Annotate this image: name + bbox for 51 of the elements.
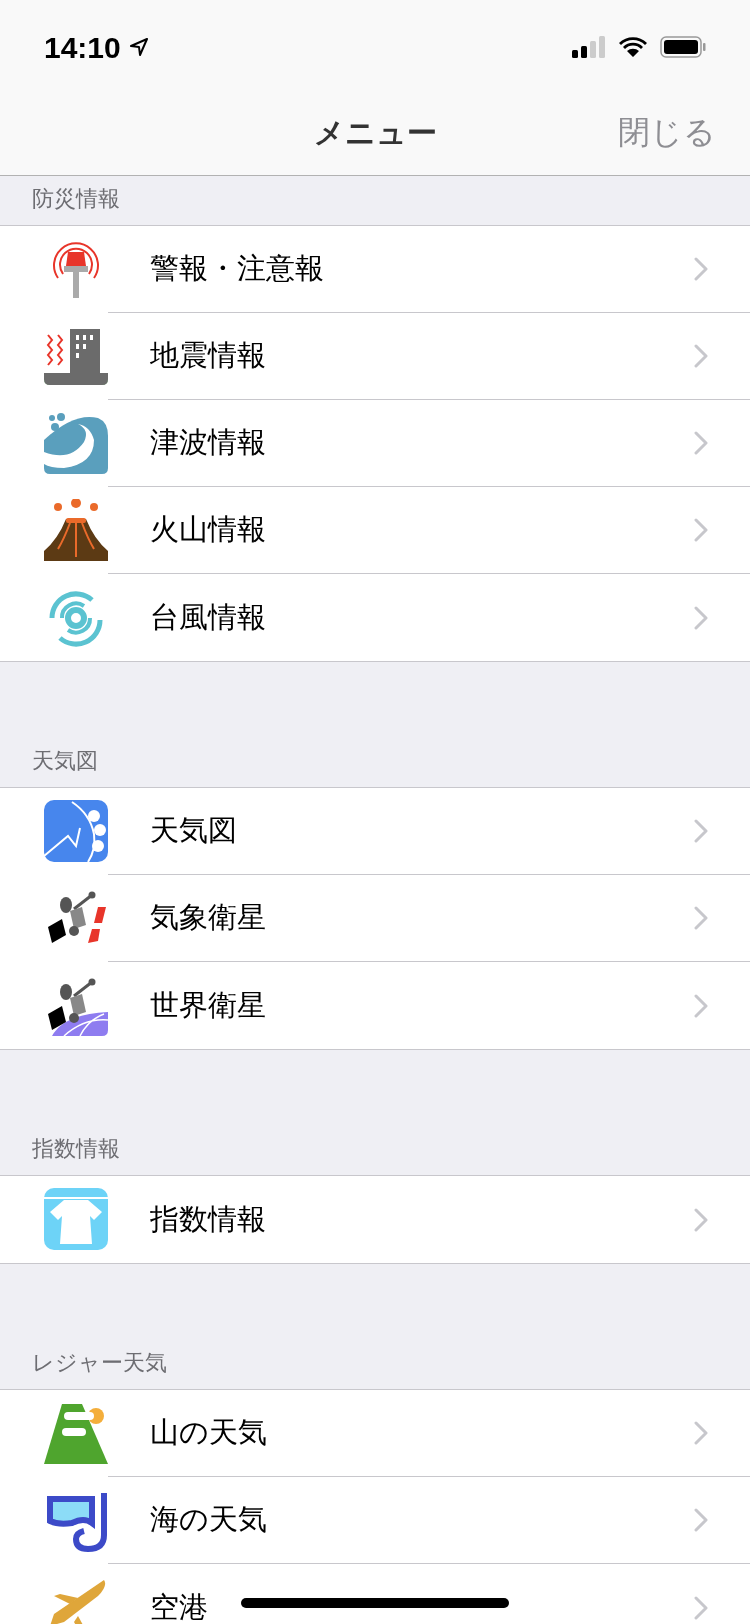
section-header: 天気図 bbox=[32, 747, 98, 775]
wave-icon bbox=[44, 411, 108, 476]
menu-item-label: 指数情報 bbox=[150, 1201, 266, 1237]
wifi-icon bbox=[618, 36, 648, 58]
menu-item[interactable]: 指数情報 bbox=[0, 1176, 750, 1263]
menu-item[interactable]: 空港 bbox=[0, 1564, 750, 1624]
chevron-icon bbox=[694, 906, 708, 930]
menu-item[interactable]: 天気図 bbox=[0, 788, 750, 875]
menu-item-label: 台風情報 bbox=[150, 599, 266, 635]
menu-item-label: 海の天気 bbox=[150, 1502, 267, 1538]
nav-title: メニュー bbox=[313, 115, 437, 151]
chevron-icon bbox=[694, 1421, 708, 1445]
shirt-icon bbox=[44, 1187, 108, 1252]
menu-item-label: 気象衛星 bbox=[150, 900, 266, 936]
status-time: 14:10 bbox=[44, 29, 121, 66]
chevron-icon bbox=[694, 431, 708, 455]
menu-item-label: 天気図 bbox=[150, 813, 237, 849]
menu-item-label: 警報・注意報 bbox=[150, 251, 324, 287]
menu-item[interactable]: 台風情報 bbox=[0, 574, 750, 661]
chevron-icon bbox=[694, 993, 708, 1018]
weather-map-icon bbox=[44, 799, 108, 864]
chevron-icon bbox=[694, 518, 708, 542]
chevron-icon bbox=[694, 1508, 708, 1532]
chevron-icon bbox=[694, 819, 708, 843]
chevron-icon bbox=[694, 1207, 708, 1232]
menu-item-label: 世界衛星 bbox=[150, 987, 266, 1023]
menu-item[interactable]: 世界衛星 bbox=[0, 962, 750, 1049]
menu-item[interactable]: 地震情報 bbox=[0, 313, 750, 400]
chevron-icon bbox=[694, 257, 708, 281]
volcano-icon bbox=[44, 498, 108, 563]
location-arrow-icon bbox=[128, 37, 149, 57]
chevron-icon bbox=[694, 1595, 708, 1620]
mountain-icon bbox=[44, 1401, 108, 1466]
battery-icon bbox=[660, 36, 706, 58]
menu-item-label: 火山情報 bbox=[150, 512, 266, 548]
menu-item[interactable]: 海の天気 bbox=[0, 1477, 750, 1564]
menu-item[interactable]: 気象衛星 bbox=[0, 875, 750, 962]
section-header: レジャー天気 bbox=[32, 1349, 167, 1377]
menu-item[interactable]: 警報・注意報 bbox=[0, 226, 750, 313]
menu-item-label: 空港 bbox=[150, 1589, 208, 1624]
signal-icon bbox=[572, 36, 606, 58]
chevron-icon bbox=[694, 605, 708, 630]
menu-item[interactable]: 火山情報 bbox=[0, 487, 750, 574]
menu-item-label: 津波情報 bbox=[150, 425, 266, 461]
menu-item-label: 地震情報 bbox=[150, 338, 266, 374]
menu-item-label: 山の天気 bbox=[150, 1415, 267, 1451]
chevron-icon bbox=[694, 344, 708, 368]
menu-item[interactable]: 山の天気 bbox=[0, 1390, 750, 1477]
menu-item[interactable]: 津波情報 bbox=[0, 400, 750, 487]
section-header: 指数情報 bbox=[32, 1135, 120, 1163]
section-header: 防災情報 bbox=[32, 185, 120, 213]
